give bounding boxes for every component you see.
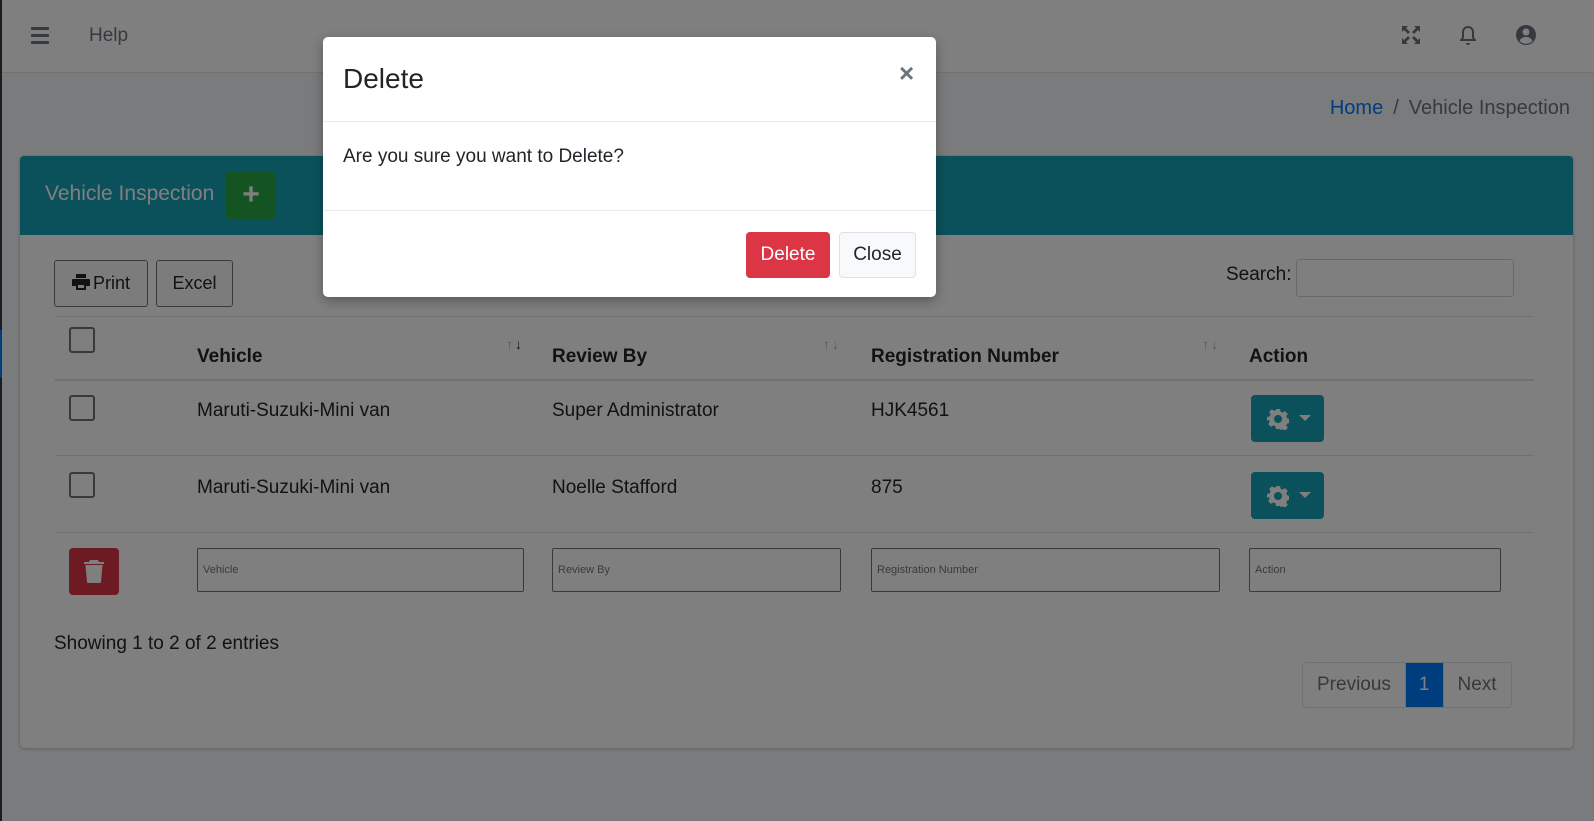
modal-header: Delete × <box>323 37 936 122</box>
modal-message: Are you sure you want to Delete? <box>343 146 624 167</box>
confirm-delete-button[interactable]: Delete <box>746 232 830 278</box>
modal-title: Delete <box>343 63 424 94</box>
modal-close-button[interactable]: Close <box>839 232 916 278</box>
close-icon[interactable]: × <box>899 60 914 86</box>
modal-footer: Delete Close <box>323 210 936 297</box>
delete-confirm-modal: Delete × Are you sure you want to Delete… <box>323 37 936 297</box>
